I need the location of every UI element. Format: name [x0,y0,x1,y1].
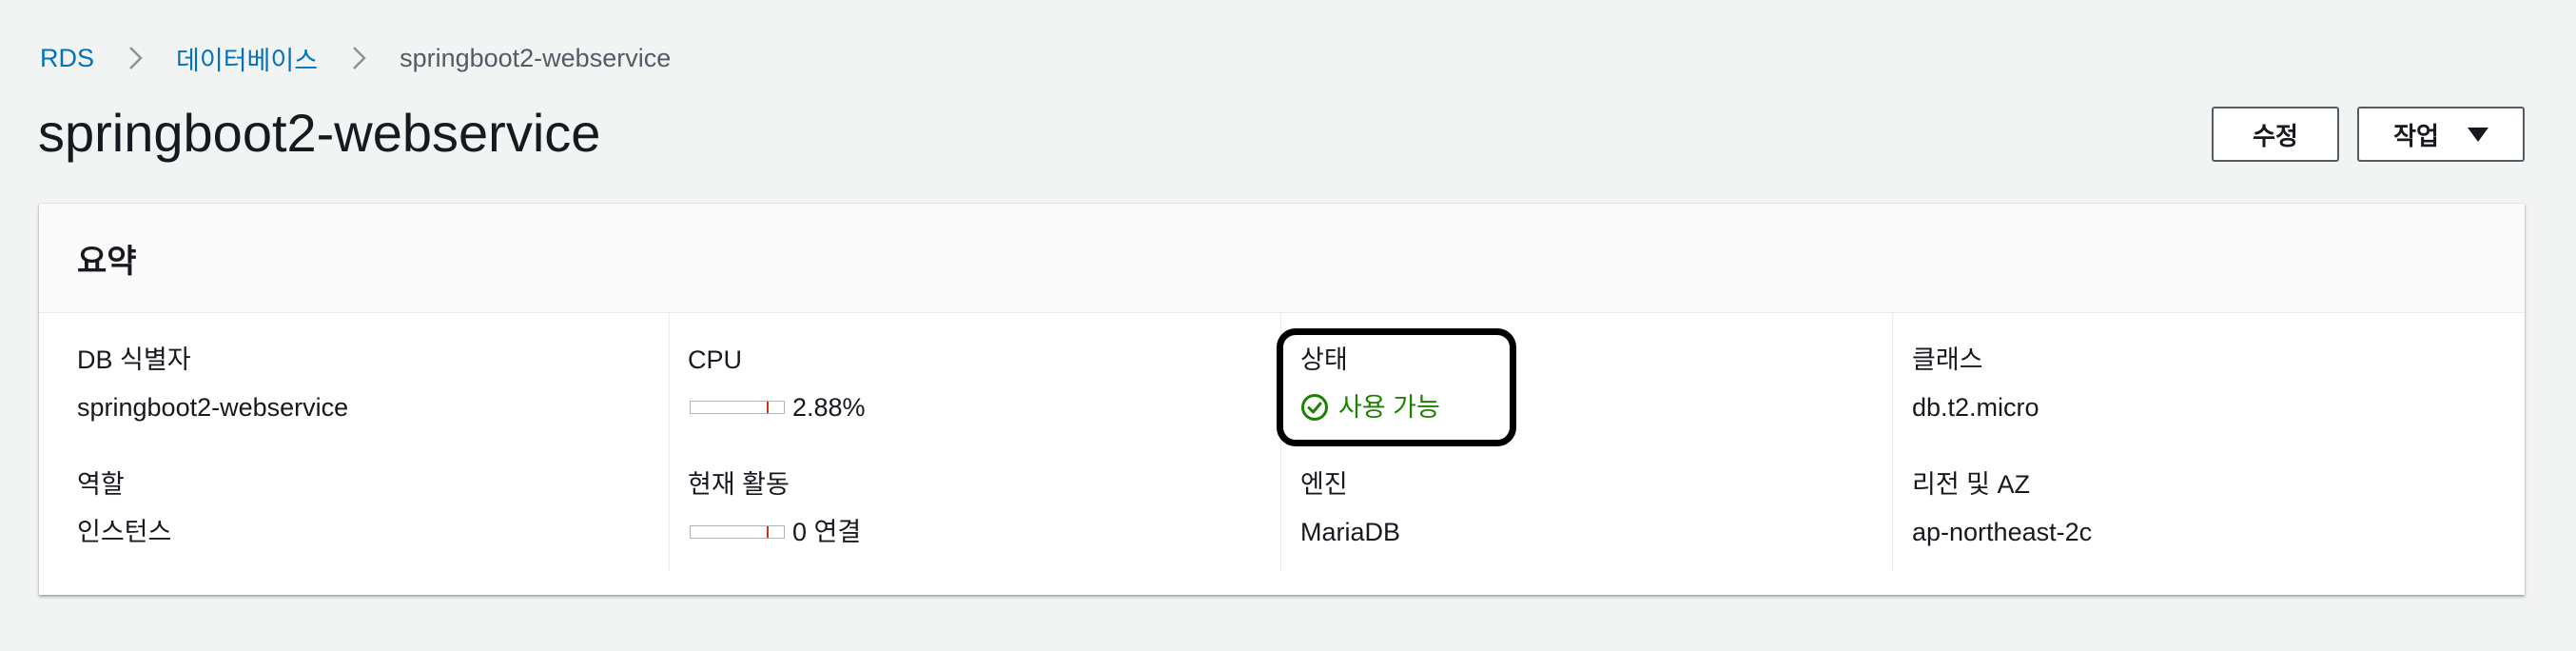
summary-column-identity: DB 식별자 springboot2-webservice 역할 인스턴스 [39,313,651,572]
breadcrumb-databases-link[interactable]: 데이터베이스 [176,40,318,77]
actions-dropdown-button[interactable]: 작업 [2357,107,2525,162]
caret-down-icon [2467,127,2488,142]
status-highlight-annotation [1277,328,1516,446]
summary-column-metrics: CPU 2.88% 현재 활동 0 연결 [669,313,1280,572]
cpu-value: 2.88% [792,393,866,422]
breadcrumb: RDS 데이터베이스 springboot2-webservice [40,40,671,76]
engine-field: 엔진 MariaDB [1300,466,1400,550]
current-activity-value-row: 0 연결 [688,514,861,550]
role-field: 역할 인스턴스 [77,466,171,550]
engine-label: 엔진 [1300,470,1348,499]
cpu-value-row: 2.88% [688,389,866,425]
cpu-field: CPU 2.88% [688,342,866,425]
chevron-right-icon [353,47,366,69]
chevron-right-icon [129,47,143,69]
summary-column-placement: 클래스 db.t2.micro 리전 및 AZ ap-northeast-2c [1892,313,2525,572]
class-label: 클래스 [1912,345,1983,374]
activity-sparkline-marker [767,526,769,538]
cpu-sparkline[interactable] [690,401,785,414]
db-identifier-label: DB 식별자 [77,345,191,374]
region-az-field: 리전 및 AZ ap-northeast-2c [1912,466,2092,550]
role-value: 인스턴스 [77,518,172,546]
modify-button-label: 수정 [2253,121,2298,150]
summary-header: 요약 [39,204,2525,313]
current-activity-label: 현재 활동 [688,470,790,499]
region-az-label: 리전 및 AZ [1912,470,2031,499]
db-identifier-value: springboot2-webservice [77,393,349,422]
cpu-sparkline-marker [767,402,769,413]
breadcrumb-current: springboot2-webservice [400,43,672,72]
cpu-label: CPU [688,345,743,374]
activity-sparkline[interactable] [690,525,785,539]
breadcrumb-rds-link[interactable]: RDS [40,44,94,73]
current-activity-field: 현재 활동 0 연결 [688,466,861,550]
modify-button[interactable]: 수정 [2212,107,2339,162]
db-identifier-field: DB 식별자 springboot2-webservice [77,342,348,425]
class-field: 클래스 db.t2.micro [1912,342,2039,425]
engine-value: MariaDB [1300,518,1401,546]
class-value: db.t2.micro [1912,393,2039,422]
role-label: 역할 [77,470,125,499]
region-az-value: ap-northeast-2c [1912,518,2093,546]
current-activity-value: 0 연결 [792,518,862,546]
page-title: springboot2-webservice [38,103,601,163]
summary-title: 요약 [77,243,137,280]
actions-button-label: 작업 [2393,121,2439,150]
